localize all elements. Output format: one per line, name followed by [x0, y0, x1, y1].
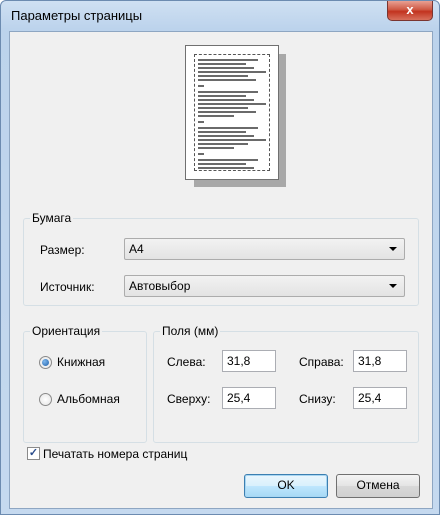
portrait-radio[interactable]	[39, 356, 52, 369]
paper-group: Бумага Размер: А4 Источник: Автовыбор	[23, 211, 419, 306]
top-margin-label: Сверху:	[167, 392, 211, 406]
print-page-numbers-label[interactable]: Печатать номера страниц	[43, 447, 187, 461]
page-setup-dialog: Параметры страницы x Бумага Размер: А4 И…	[0, 0, 440, 515]
right-margin-label: Справа:	[299, 355, 344, 369]
ok-button[interactable]: OK	[244, 474, 328, 498]
chevron-down-icon	[389, 284, 397, 288]
orientation-group-title: Ориентация	[30, 324, 103, 338]
portrait-label[interactable]: Книжная	[57, 355, 105, 369]
close-icon: x	[406, 2, 414, 17]
source-dropdown[interactable]: Автовыбор	[124, 275, 405, 297]
paper-group-title: Бумага	[30, 211, 74, 225]
dialog-body: Бумага Размер: А4 Источник: Автовыбор Ор…	[9, 31, 433, 509]
top-margin-value: 25,4	[227, 391, 251, 405]
size-dropdown[interactable]: А4	[124, 238, 405, 260]
left-margin-value: 31,8	[227, 354, 251, 368]
close-button[interactable]: x	[387, 1, 433, 21]
right-margin-value: 31,8	[358, 354, 382, 368]
page-preview	[185, 45, 279, 180]
check-icon: ✓	[28, 447, 39, 459]
cancel-button[interactable]: Отмена	[336, 474, 420, 498]
margins-group: Поля (мм) Слева: 31,8 Справа: 31,8 Сверх…	[153, 324, 419, 443]
preview-margins	[194, 54, 270, 171]
source-value: Автовыбор	[129, 279, 191, 293]
margins-group-title: Поля (мм)	[160, 324, 221, 338]
print-page-numbers-checkbox[interactable]: ✓	[27, 447, 40, 460]
bottom-margin-label: Снизу:	[299, 392, 336, 406]
top-margin-input[interactable]: 25,4	[222, 387, 276, 409]
size-label: Размер:	[40, 243, 85, 257]
left-margin-input[interactable]: 31,8	[222, 350, 276, 372]
landscape-radio[interactable]	[39, 393, 52, 406]
bottom-margin-input[interactable]: 25,4	[353, 387, 407, 409]
landscape-label[interactable]: Альбомная	[57, 392, 120, 406]
title-bar: Параметры страницы x	[1, 1, 439, 31]
source-label: Источник:	[40, 280, 95, 294]
orientation-group: Ориентация Книжная Альбомная	[23, 324, 147, 443]
chevron-down-icon	[389, 247, 397, 251]
bottom-margin-value: 25,4	[358, 391, 382, 405]
size-value: А4	[129, 242, 144, 256]
right-margin-input[interactable]: 31,8	[353, 350, 407, 372]
left-margin-label: Слева:	[167, 355, 206, 369]
window-title: Параметры страницы	[11, 8, 143, 23]
